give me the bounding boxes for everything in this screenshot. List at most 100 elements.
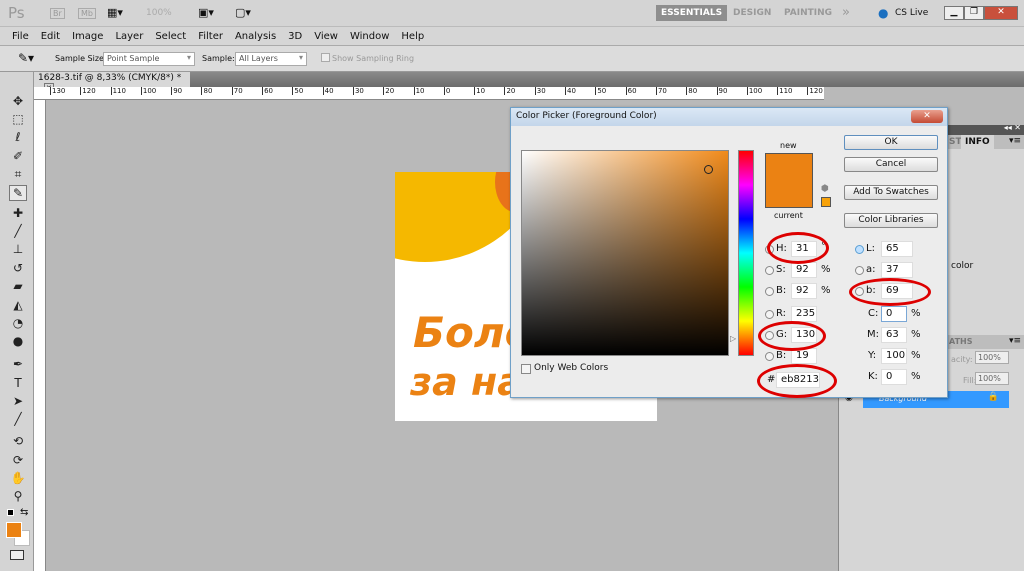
s-radio[interactable]	[765, 266, 774, 275]
eraser-tool-icon[interactable]: ▰	[9, 279, 27, 295]
dodge-tool-icon[interactable]: ●	[9, 334, 27, 350]
menu-3d[interactable]: 3D	[282, 31, 308, 42]
sample-size-select[interactable]: Point Sample	[103, 52, 195, 66]
menu-help[interactable]: Help	[395, 31, 430, 42]
out-of-gamut-icon[interactable]: ⬢	[821, 184, 829, 194]
hue-slider-handle[interactable]: ▷	[730, 334, 736, 343]
ok-button[interactable]: OK	[844, 135, 938, 150]
marquee-tool-icon[interactable]: ⬚	[9, 112, 27, 128]
ruler-tick-label: 70	[231, 87, 262, 95]
lock-icon: 🔒	[987, 392, 999, 402]
default-colors-icon[interactable]	[7, 509, 14, 516]
hand-tool-icon[interactable]: ✋	[9, 471, 27, 487]
r-field[interactable]: 235	[791, 306, 817, 322]
workspace-essentials[interactable]: ESSENTIALS	[656, 5, 728, 21]
bridge-button[interactable]: Br	[50, 8, 65, 19]
close-button[interactable]: ✕	[984, 6, 1018, 20]
c-field[interactable]: 0	[881, 306, 907, 322]
quick-mask-icon[interactable]	[10, 550, 24, 560]
3d-rotate-tool-icon[interactable]: ⟲	[9, 434, 27, 450]
pct-unit: %	[911, 308, 921, 319]
lasso-tool-icon[interactable]: ℓ	[9, 130, 27, 146]
gamut-color-swatch[interactable]	[821, 197, 831, 207]
b-label: B:	[776, 285, 787, 296]
ruler-tick-label: 50	[595, 87, 625, 95]
add-to-swatches-button[interactable]: Add To Swatches	[844, 185, 938, 200]
ruler-tick-label: 60	[262, 87, 292, 95]
hue-slider[interactable]	[738, 150, 754, 356]
a-radio[interactable]	[855, 266, 864, 275]
tab-info[interactable]: INFO	[961, 135, 994, 149]
cancel-button[interactable]: Cancel	[844, 157, 938, 172]
crop-tool-icon[interactable]: ⌗	[9, 167, 27, 183]
pen-tool-icon[interactable]: ✒	[9, 357, 27, 373]
opacity-field[interactable]: 100%	[975, 351, 1009, 364]
type-tool-icon[interactable]: T	[9, 376, 27, 392]
menu-filter[interactable]: Filter	[192, 31, 229, 42]
r-radio[interactable]	[765, 310, 774, 319]
menu-image[interactable]: Image	[66, 31, 109, 42]
foreground-color-swatch[interactable]	[6, 522, 22, 538]
mini-bridge-button[interactable]: Mb	[78, 8, 96, 19]
restore-button[interactable]: ❐	[964, 6, 984, 20]
tab-histogram[interactable]: ST	[949, 137, 962, 147]
move-tool-icon[interactable]: ✥	[9, 94, 27, 110]
history-brush-tool-icon[interactable]: ↺	[9, 261, 27, 277]
k-field[interactable]: 0	[881, 369, 907, 385]
brightness-field[interactable]: 92	[791, 283, 817, 299]
l-field[interactable]: 65	[881, 241, 913, 257]
ruler-tick-label: 120	[80, 87, 110, 95]
document-tab[interactable]: 1628-3.tif @ 8,33% (CMYK/8*) * ✕	[34, 72, 190, 93]
k-label: K:	[868, 371, 878, 382]
menu-window[interactable]: Window	[344, 31, 395, 42]
fill-field[interactable]: 100%	[975, 372, 1009, 385]
menu-select[interactable]: Select	[149, 31, 192, 42]
blur-tool-icon[interactable]: ◔	[9, 316, 27, 332]
sample-select[interactable]: All Layers	[235, 52, 307, 66]
b-radio[interactable]	[765, 287, 774, 296]
zoom-level[interactable]: 100%	[146, 8, 172, 18]
color-field[interactable]	[521, 150, 729, 356]
menu-edit[interactable]: Edit	[35, 31, 66, 42]
s-field[interactable]: 92	[791, 262, 817, 278]
quick-selection-tool-icon[interactable]: ✐	[9, 149, 27, 165]
menu-layer[interactable]: Layer	[109, 31, 149, 42]
more-workspaces-button[interactable]: »	[842, 5, 850, 20]
m-field[interactable]: 63	[881, 327, 907, 343]
swap-colors-icon[interactable]: ⇆	[20, 507, 28, 518]
minimize-button[interactable]: ▁	[944, 6, 964, 20]
clone-stamp-tool-icon[interactable]: ⊥	[9, 242, 27, 258]
color-field-cursor[interactable]	[704, 165, 713, 174]
y-field[interactable]: 100	[881, 348, 907, 364]
3d-orbit-tool-icon[interactable]: ⟳	[9, 453, 27, 469]
line-tool-icon[interactable]: ╱	[9, 412, 27, 428]
menu-analysis[interactable]: Analysis	[229, 31, 282, 42]
l-radio[interactable]	[855, 245, 864, 254]
a-field[interactable]: 37	[881, 262, 913, 278]
menu-view[interactable]: View	[308, 31, 344, 42]
zoom-tool-icon[interactable]: ⚲	[9, 489, 27, 505]
collapse-panel-icon[interactable]: ◂◂ ✕	[1004, 123, 1021, 132]
view-extras-icon[interactable]: ▦▾	[107, 6, 123, 19]
workspace-painting[interactable]: PAINTING	[784, 8, 832, 18]
healing-brush-tool-icon[interactable]: ✚	[9, 206, 27, 222]
arrange-documents-icon[interactable]: ▣▾	[198, 6, 214, 19]
blue-radio[interactable]	[765, 352, 774, 361]
cs-live-menu[interactable]: CS Live	[895, 8, 928, 18]
eyedropper-tool-icon[interactable]: ✎	[9, 185, 27, 201]
panel-menu-icon[interactable]: ▾≡	[1009, 136, 1021, 146]
paint-bucket-tool-icon[interactable]: ◭	[9, 298, 27, 314]
screen-mode-icon[interactable]: ▢▾	[235, 6, 251, 19]
show-ring-checkbox[interactable]	[321, 53, 330, 62]
color-libraries-button[interactable]: Color Libraries	[844, 213, 938, 228]
only-web-colors-checkbox[interactable]	[521, 364, 531, 374]
tab-paths[interactable]: ATHS	[949, 337, 972, 346]
dialog-close-button[interactable]: ✕	[911, 110, 943, 123]
workspace-design[interactable]: DESIGN	[733, 8, 771, 18]
brush-tool-icon[interactable]: ╱	[9, 224, 27, 240]
layers-panel-menu-icon[interactable]: ▾≡	[1009, 336, 1021, 346]
only-web-colors-label: Only Web Colors	[534, 363, 609, 373]
path-selection-tool-icon[interactable]: ➤	[9, 394, 27, 410]
menu-file[interactable]: File	[6, 31, 35, 42]
eyedropper-preset-icon[interactable]: ✎▾	[18, 51, 34, 65]
